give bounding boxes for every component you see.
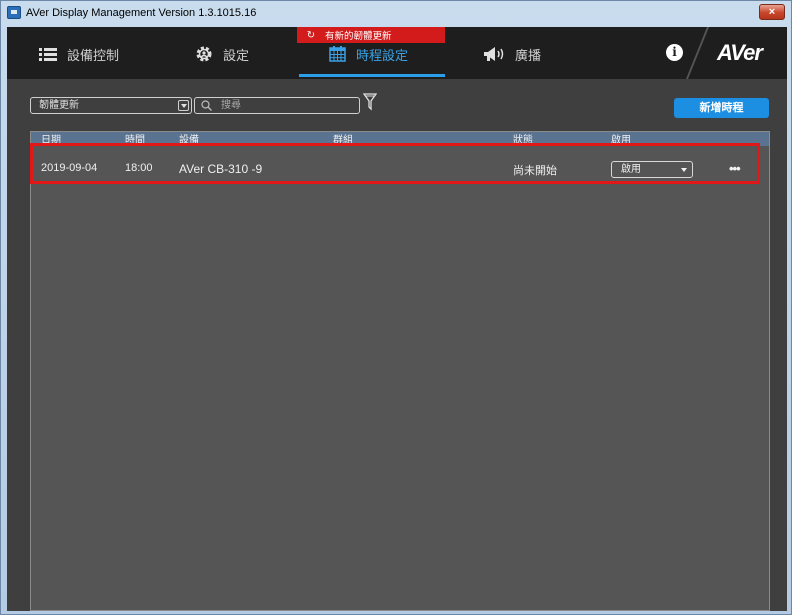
enable-select[interactable]: 啟用 bbox=[611, 161, 693, 178]
schedule-table: 日期 時間 設備 群組 狀態 啟用 2019-09-04 18:00 AVer … bbox=[30, 131, 770, 611]
info-icon[interactable]: i bbox=[666, 44, 683, 61]
row-status: 尚未開始 bbox=[513, 164, 557, 177]
main-content: 韌體更新 搜尋 新增時程 日期 時間 設備 群組 狀態 啟用 2019-09-0… bbox=[7, 79, 787, 611]
calendar-icon bbox=[329, 46, 346, 62]
app-icon bbox=[7, 6, 21, 19]
row-time: 18:00 bbox=[125, 162, 153, 174]
more-icon[interactable]: ••• bbox=[729, 161, 741, 176]
table-header: 日期 時間 設備 群組 狀態 啟用 bbox=[31, 132, 769, 146]
nav-broadcast[interactable]: 廣播 bbox=[483, 43, 541, 65]
close-button[interactable]: × bbox=[759, 4, 785, 20]
firmware-update-badge[interactable]: ↻ 有新的韌體更新 bbox=[297, 27, 445, 43]
column-header-date[interactable]: 日期 bbox=[41, 134, 61, 146]
brand-logo: AVer bbox=[717, 40, 763, 65]
tab-schedule[interactable]: 時程設定 bbox=[329, 43, 408, 65]
add-schedule-button[interactable]: 新增時程 bbox=[674, 98, 769, 118]
megaphone-icon bbox=[484, 47, 504, 61]
search-icon bbox=[201, 100, 212, 111]
divider bbox=[685, 27, 709, 81]
search-placeholder: 搜尋 bbox=[221, 100, 241, 111]
column-header-status[interactable]: 狀態 bbox=[513, 134, 533, 146]
nav-settings[interactable]: 設定 bbox=[195, 43, 249, 65]
window-title: AVer Display Management Version 1.3.1015… bbox=[26, 7, 257, 19]
search-input[interactable]: 搜尋 bbox=[194, 97, 360, 114]
toolbar: 韌體更新 搜尋 新增時程 bbox=[7, 79, 787, 127]
filter-icon[interactable] bbox=[363, 93, 377, 111]
schedule-type-select[interactable]: 韌體更新 bbox=[30, 97, 192, 114]
row-device: AVer CB-310 -9 bbox=[179, 162, 263, 176]
app-window: AVer Display Management Version 1.3.1015… bbox=[0, 0, 792, 615]
title-bar: AVer Display Management Version 1.3.1015… bbox=[1, 1, 791, 25]
nav-device-control[interactable]: 設備控制 bbox=[39, 43, 119, 65]
nav-label: 廣播 bbox=[515, 48, 542, 64]
update-badge-text: 有新的韌體更新 bbox=[325, 31, 392, 42]
enable-value: 啟用 bbox=[621, 164, 641, 175]
table-row[interactable]: 2019-09-04 18:00 AVer CB-310 -9 尚未開始 啟用 … bbox=[31, 154, 769, 184]
column-header-enable[interactable]: 啟用 bbox=[611, 134, 631, 146]
schedule-type-value: 韌體更新 bbox=[39, 100, 79, 111]
column-header-time[interactable]: 時間 bbox=[125, 134, 145, 146]
nav-label: 設備控制 bbox=[67, 48, 120, 64]
refresh-icon: ↻ bbox=[306, 29, 316, 41]
top-nav: 設備控制 設定 時程設定 廣播 ↻ 有新的韌體更新 i AVer bbox=[7, 27, 787, 81]
column-header-device[interactable]: 設備 bbox=[179, 134, 199, 146]
nav-label: 時程設定 bbox=[356, 48, 409, 64]
column-header-group[interactable]: 群組 bbox=[333, 134, 353, 146]
row-date: 2019-09-04 bbox=[41, 162, 98, 174]
gear-icon bbox=[196, 46, 212, 62]
list-icon bbox=[39, 47, 57, 61]
active-tab-underline bbox=[299, 74, 445, 77]
chevron-down-icon bbox=[178, 100, 189, 111]
brand-area: i AVer bbox=[647, 27, 787, 81]
nav-label: 設定 bbox=[223, 48, 250, 64]
